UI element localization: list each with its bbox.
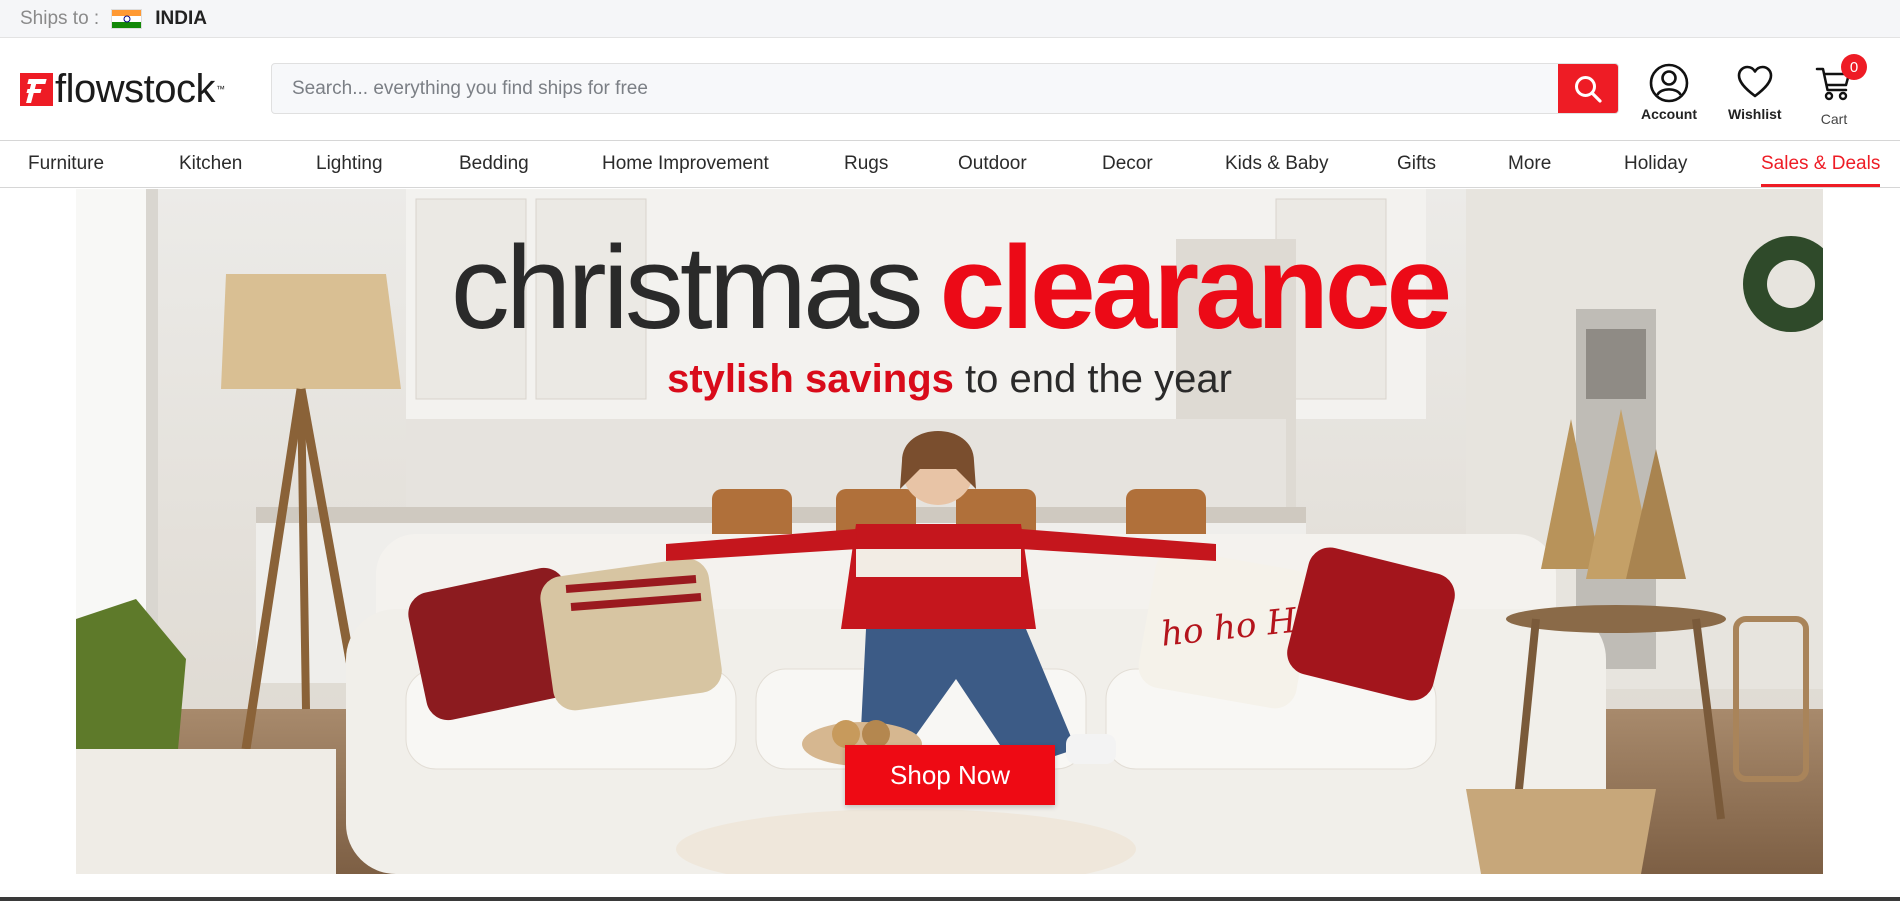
hero-sub-dark: to end the year: [965, 357, 1232, 401]
search-button[interactable]: [1558, 64, 1618, 113]
cart-count-badge: 0: [1841, 54, 1867, 80]
nav-item-outdoor[interactable]: Outdoor: [958, 141, 1027, 187]
nav-item-decor[interactable]: Decor: [1102, 141, 1153, 187]
wishlist-button[interactable]: Wishlist: [1728, 63, 1782, 122]
hero-headline-christmas: christmas: [450, 222, 924, 354]
nav-item-rugs[interactable]: Rugs: [844, 141, 888, 187]
hero-banner[interactable]: ho ho HO! christmas clearance stylish sav…: [76, 189, 1823, 874]
hero-headline-clearance: clearance: [939, 222, 1453, 354]
account-label: Account: [1641, 106, 1697, 122]
category-nav: Furniture Kitchen Lighting Bedding Home …: [0, 140, 1900, 188]
nav-item-kitchen[interactable]: Kitchen: [179, 141, 242, 187]
search-input[interactable]: [272, 64, 1558, 113]
cart-button[interactable]: 0 Cart: [1815, 54, 1867, 127]
shop-now-button[interactable]: Shop Now: [845, 745, 1055, 805]
nav-item-sales-deals[interactable]: Sales & Deals: [1761, 141, 1881, 187]
flowstock-logo[interactable]: flowstock ™: [20, 69, 225, 109]
nav-item-bedding[interactable]: Bedding: [459, 141, 529, 187]
nav-item-holiday[interactable]: Holiday: [1624, 141, 1687, 187]
hero-headline: christmas clearance: [76, 229, 1823, 347]
search-icon: [1575, 75, 1602, 103]
nav-item-gifts[interactable]: Gifts: [1397, 141, 1436, 187]
nav-item-more[interactable]: More: [1508, 141, 1551, 187]
wishlist-label: Wishlist: [1728, 106, 1782, 122]
hero-sub-red: stylish savings: [667, 357, 954, 401]
logo-text: flowstock: [55, 67, 216, 111]
nav-item-furniture[interactable]: Furniture: [28, 141, 104, 187]
nav-item-kids-baby[interactable]: Kids & Baby: [1225, 141, 1329, 187]
ships-to-country[interactable]: INDIA: [155, 8, 207, 30]
logo-trademark: ™: [216, 84, 225, 94]
account-button[interactable]: Account: [1641, 63, 1697, 122]
search-bar: [271, 63, 1619, 114]
site-header: flowstock ™ Account Wishlist: [0, 39, 1900, 140]
account-icon: [1649, 63, 1689, 103]
logo-mark-icon: [20, 72, 53, 106]
hero-subheadline: stylish savings to end the year: [76, 357, 1823, 402]
ships-to-label: Ships to :: [20, 7, 100, 29]
nav-item-lighting[interactable]: Lighting: [316, 141, 383, 187]
ships-to-bar: Ships to : INDIA: [0, 0, 1900, 38]
cart-label: Cart: [1820, 111, 1848, 127]
bottom-divider: [0, 897, 1900, 901]
heart-icon: [1737, 65, 1773, 98]
india-flag-icon[interactable]: [111, 8, 143, 29]
nav-item-home-improvement[interactable]: Home Improvement: [602, 141, 769, 187]
